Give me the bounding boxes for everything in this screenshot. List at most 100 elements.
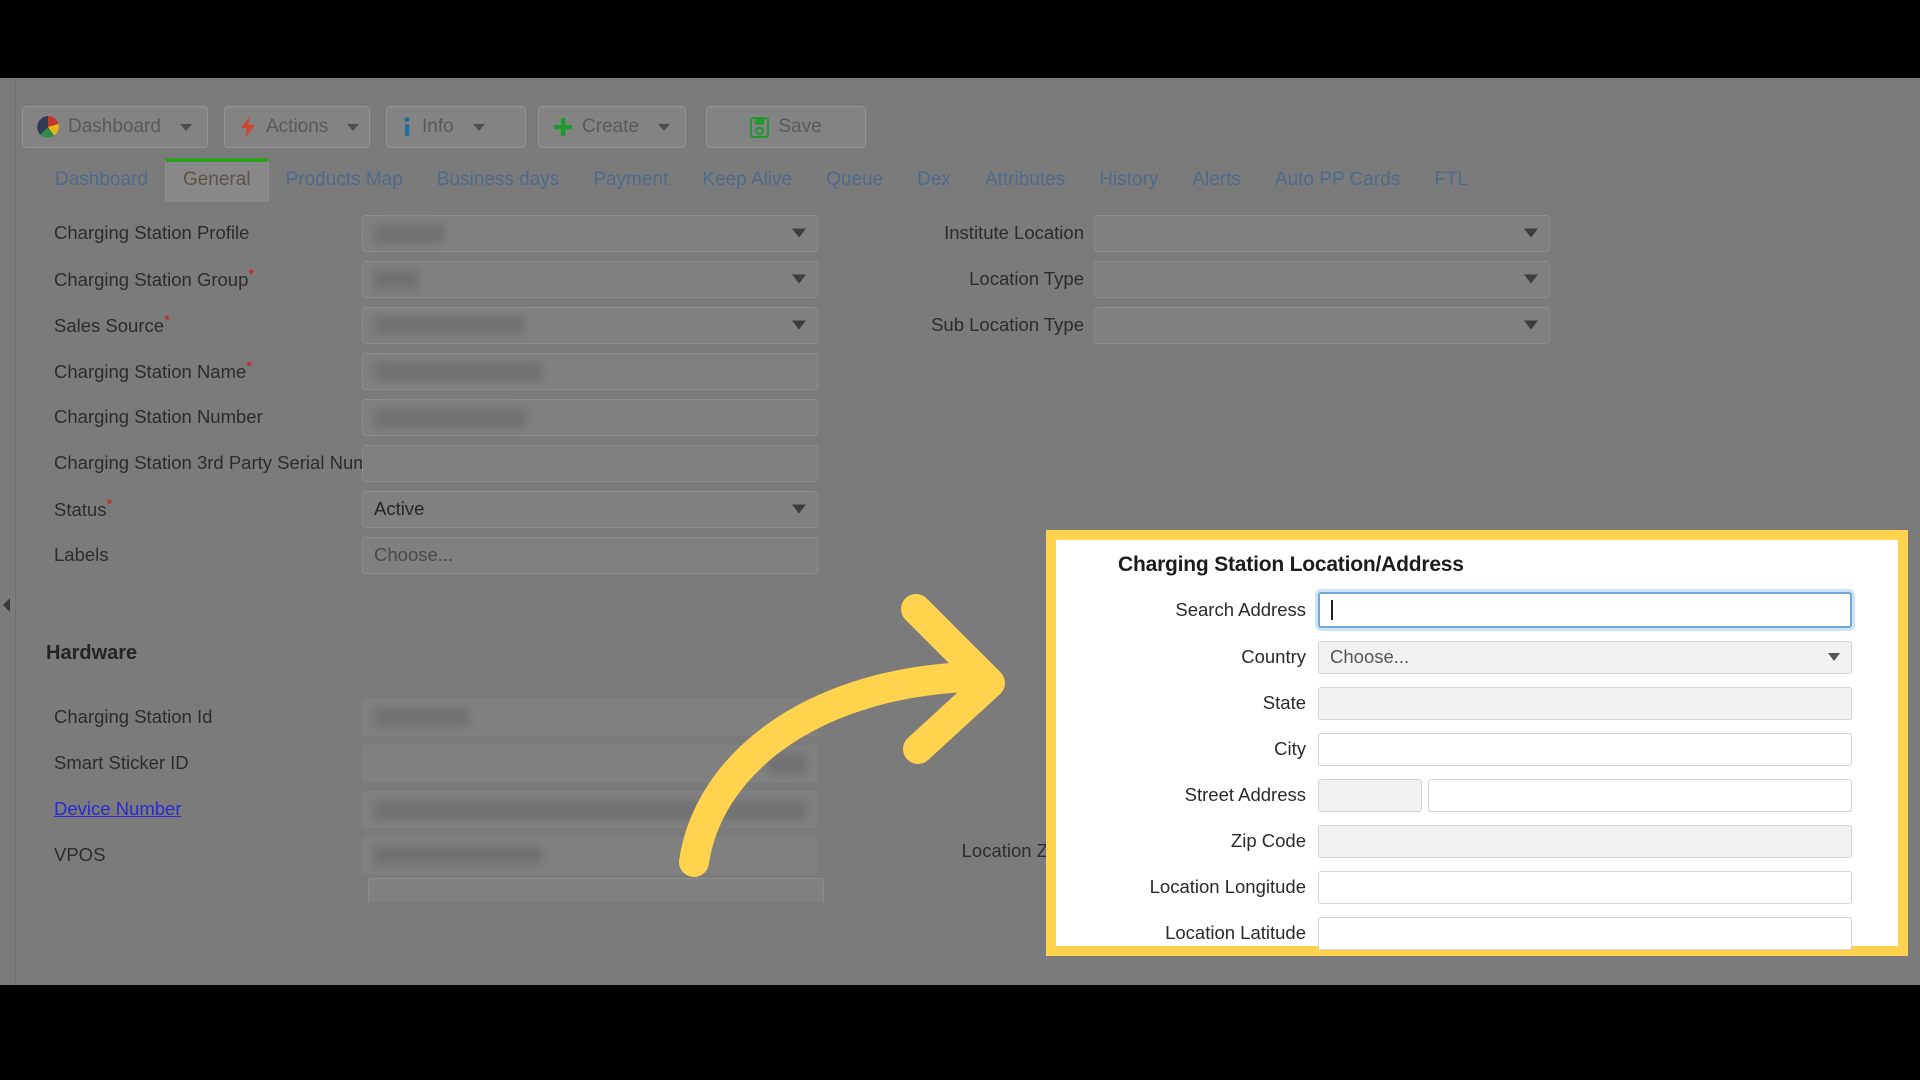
text-cursor xyxy=(1331,600,1333,620)
collapse-arrow-icon[interactable] xyxy=(3,598,10,612)
label-search-address: Search Address xyxy=(1175,599,1306,620)
tab-products-map[interactable]: Products Map xyxy=(269,159,420,202)
input-smart-sticker-id[interactable] xyxy=(362,744,818,782)
tab-attributes[interactable]: Attributes xyxy=(968,159,1082,202)
input-labels[interactable]: Choose... xyxy=(362,536,818,574)
input-location-type[interactable] xyxy=(1094,260,1550,298)
input-charging-station-name[interactable] xyxy=(362,352,818,390)
label-city: City xyxy=(1274,738,1306,759)
field-row-smart-sticker-id: Smart Sticker ID xyxy=(16,740,846,786)
tab-history[interactable]: History xyxy=(1082,159,1175,202)
field-row-search-address: Search Address xyxy=(1056,588,1898,632)
label-street-address: Street Address xyxy=(1184,784,1306,805)
tab-queue[interactable]: Queue xyxy=(809,159,900,202)
letterbox-bottom xyxy=(0,985,1920,1080)
input-zip-code[interactable] xyxy=(1318,824,1852,858)
input-location-latitude[interactable] xyxy=(1318,916,1852,950)
device-number-link[interactable]: Device Number xyxy=(54,798,182,819)
field-row-charging-station-3rd-party-serial-number: Charging Station 3rd Party Serial Number xyxy=(16,440,846,486)
input-street-name[interactable] xyxy=(1428,778,1852,812)
toolbar-button-actions[interactable]: Actions xyxy=(224,106,370,148)
input-search-address[interactable] xyxy=(1318,592,1852,628)
redacted-value xyxy=(374,707,469,727)
tab-auto-pp-cards[interactable]: Auto PP Cards xyxy=(1258,159,1417,202)
input-device-number[interactable] xyxy=(362,790,818,828)
input-vpos[interactable] xyxy=(362,836,818,874)
partial-field-bottom xyxy=(368,878,824,902)
redacted-value xyxy=(374,361,542,381)
field-row-device-number: Device Number xyxy=(16,786,846,832)
label-location-type: Location Type xyxy=(969,268,1084,289)
toolbar-button-dashboard[interactable]: Dashboard xyxy=(22,106,208,148)
chevron-down-icon[interactable] xyxy=(1524,228,1538,238)
label-smart-sticker-id: Smart Sticker ID xyxy=(54,752,189,773)
tab-alerts[interactable]: Alerts xyxy=(1175,159,1258,202)
input-city[interactable] xyxy=(1318,732,1852,766)
tab-payment[interactable]: Payment xyxy=(576,159,685,202)
redacted-value xyxy=(374,269,418,289)
plus-icon xyxy=(553,117,573,137)
tab-bar: Dashboard General Products Map Business … xyxy=(16,156,1920,202)
input-charging-station-profile[interactable] xyxy=(362,214,818,252)
main-toolbar: Dashboard Actions Info Create Save xyxy=(16,78,1920,156)
tab-ftl[interactable]: FTL xyxy=(1417,159,1485,202)
toolbar-button-save[interactable]: Save xyxy=(706,106,866,148)
input-charging-station-group[interactable] xyxy=(362,260,818,298)
country-placeholder: Choose... xyxy=(1330,646,1410,667)
input-charging-station-3rd-party-serial-number[interactable] xyxy=(362,444,818,482)
field-row-sub-location-type: Sub Location Type xyxy=(916,302,1916,348)
chevron-down-icon[interactable] xyxy=(792,228,806,238)
general-tab-form: Charging Station Profile Charging Statio… xyxy=(16,202,1920,985)
tab-business-days[interactable]: Business days xyxy=(420,159,577,202)
input-institute-location[interactable] xyxy=(1094,214,1550,252)
field-row-charging-station-name: Charging Station Name* xyxy=(16,348,846,394)
input-country[interactable]: Choose... xyxy=(1318,640,1852,674)
tab-general[interactable]: General xyxy=(164,158,269,202)
chevron-down-icon[interactable] xyxy=(1828,653,1840,661)
toolbar-button-create-label: Create xyxy=(582,116,640,137)
chevron-down-icon[interactable] xyxy=(792,320,806,330)
chevron-down-icon[interactable] xyxy=(472,123,485,131)
redacted-value xyxy=(374,407,526,427)
input-sales-source[interactable] xyxy=(362,306,818,344)
label-country: Country xyxy=(1241,646,1306,667)
chevron-down-icon[interactable] xyxy=(1524,320,1538,330)
chevron-down-icon[interactable] xyxy=(1524,274,1538,284)
toolbar-button-info[interactable]: Info xyxy=(386,106,526,148)
label-vpos: VPOS xyxy=(54,844,106,865)
tab-dex[interactable]: Dex xyxy=(900,159,968,202)
toolbar-button-dashboard-label: Dashboard xyxy=(68,116,161,137)
input-charging-station-number[interactable] xyxy=(362,398,818,436)
input-location-longitude[interactable] xyxy=(1318,870,1852,904)
input-state[interactable] xyxy=(1318,686,1852,720)
field-row-charging-station-group: Charging Station Group* xyxy=(16,256,846,302)
application-window: Dashboard Actions Info Create Save Dashb… xyxy=(0,78,1920,985)
field-row-sales-source: Sales Source* xyxy=(16,302,846,348)
pie-chart-icon xyxy=(37,116,59,138)
input-sub-location-type[interactable] xyxy=(1094,306,1550,344)
field-row-state: State xyxy=(1056,681,1898,725)
field-row-city: City xyxy=(1056,727,1898,771)
chevron-down-icon[interactable] xyxy=(179,123,192,131)
tab-keep-alive[interactable]: Keep Alive xyxy=(685,159,809,202)
label-charging-station-profile: Charging Station Profile xyxy=(54,222,250,243)
chevron-down-icon[interactable] xyxy=(658,123,671,131)
field-row-charging-station-profile: Charging Station Profile xyxy=(16,210,846,256)
highlighted-location-panel: Charging Station Location/Address Search… xyxy=(1046,530,1908,956)
letterbox-top xyxy=(0,0,1920,78)
input-charging-station-id[interactable] xyxy=(362,698,818,736)
required-marker: * xyxy=(246,358,253,376)
chevron-down-icon[interactable] xyxy=(792,504,806,514)
tab-dashboard[interactable]: Dashboard xyxy=(38,159,165,202)
chevron-down-icon[interactable] xyxy=(347,123,360,131)
label-location-longitude: Location Longitude xyxy=(1149,876,1306,897)
field-row-charging-station-id: Charging Station Id xyxy=(16,694,846,740)
label-location-latitude: Location Latitude xyxy=(1165,922,1306,943)
input-street-number[interactable] xyxy=(1318,778,1422,812)
required-marker: * xyxy=(164,312,170,330)
chevron-down-icon[interactable] xyxy=(792,274,806,284)
input-status[interactable]: Active xyxy=(362,490,818,528)
sidebar-collapse-rail[interactable] xyxy=(0,78,16,985)
location-panel-title: Charging Station Location/Address xyxy=(1118,553,1464,576)
toolbar-button-create[interactable]: Create xyxy=(538,106,686,148)
